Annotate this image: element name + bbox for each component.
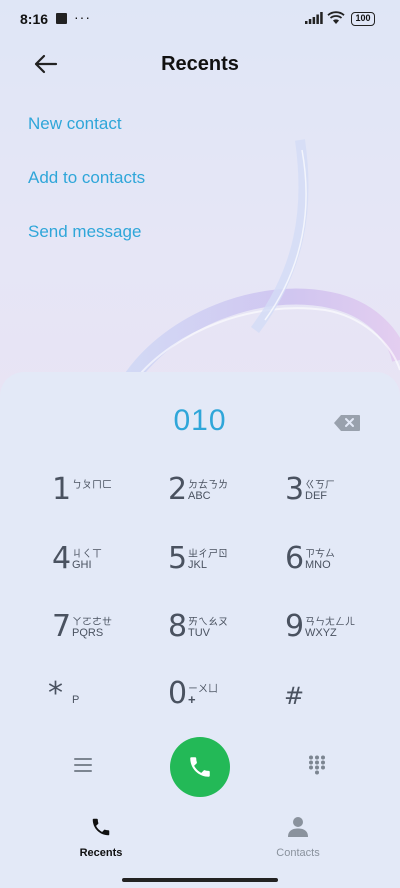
phone-icon: [92, 818, 110, 836]
key-7[interactable]: 7 ㄚㄛㄜㄝ PQRS: [52, 611, 162, 659]
key-3[interactable]: 3 ㄍㄎㄏ DEF: [285, 474, 395, 522]
wifi-icon: [327, 11, 345, 24]
tab-contacts[interactable]: Contacts: [248, 816, 348, 859]
tab-contacts-label: Contacts: [276, 847, 320, 859]
status-bar: 8:16 ··· 100: [0, 0, 400, 40]
notification-square-icon: [56, 13, 67, 24]
new-contact-link[interactable]: New contact: [28, 114, 122, 134]
page-title: Recents: [161, 53, 239, 75]
key-6[interactable]: 6 ㄗㄘㄙ MNO: [285, 543, 395, 591]
phone-icon: [190, 757, 210, 777]
key-8[interactable]: 8 ㄞㄟㄠㄡ TUV: [168, 611, 278, 659]
tab-recents-label: Recents: [79, 847, 123, 859]
call-button[interactable]: [170, 737, 230, 797]
add-to-contacts-link[interactable]: Add to contacts: [28, 168, 145, 188]
home-indicator[interactable]: [122, 878, 278, 882]
key-1[interactable]: 1 ㄅㄆㄇㄈ: [52, 474, 162, 522]
dialpad-icon[interactable]: [308, 755, 326, 775]
key-5[interactable]: 5 ㄓㄔㄕㄖ JKL: [168, 543, 278, 591]
status-time: 8:16: [20, 11, 49, 27]
signal-icon: [305, 12, 323, 24]
key-9[interactable]: 9 ㄢㄣㄤㄥㄦ WXYZ: [285, 611, 395, 659]
person-icon: [288, 817, 308, 837]
send-message-link[interactable]: Send message: [28, 222, 141, 242]
key-0[interactable]: 0 ㄧㄨㄩ +: [168, 678, 278, 726]
backspace-icon[interactable]: [333, 414, 361, 432]
tab-recents[interactable]: Recents: [51, 816, 151, 859]
battery-indicator: 100: [351, 12, 375, 26]
key-4[interactable]: 4 ㄐㄑㄒ GHI: [52, 543, 162, 591]
more-notifications-icon: ···: [74, 9, 91, 25]
key-hash[interactable]: #: [284, 678, 394, 726]
menu-icon[interactable]: [74, 757, 92, 773]
key-2[interactable]: 2 ㄉㄊㄋㄌ ABC: [168, 474, 278, 522]
key-star[interactable]: * P: [48, 678, 158, 726]
